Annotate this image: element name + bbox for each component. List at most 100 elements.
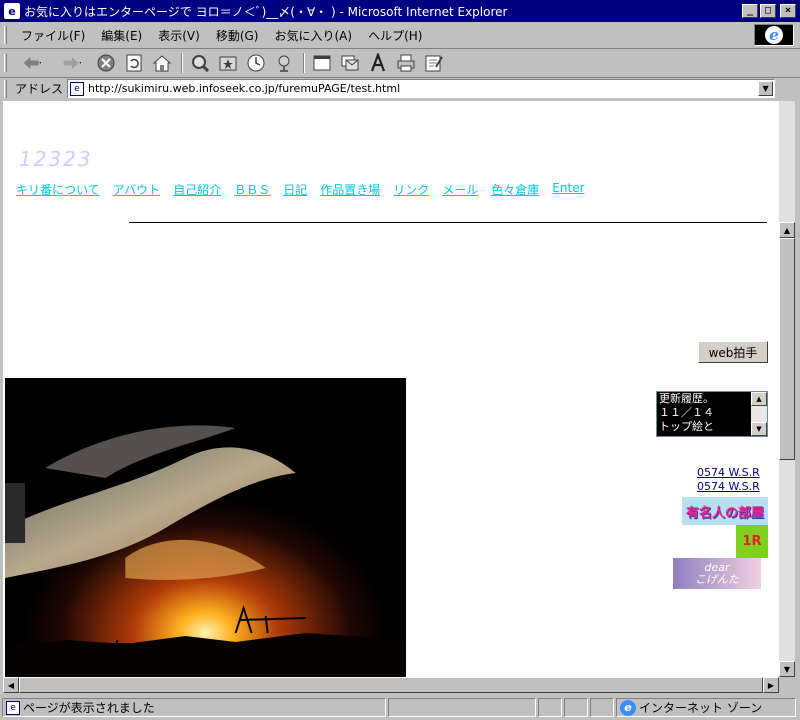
sunset-photo xyxy=(5,378,406,677)
print-icon xyxy=(397,54,415,71)
site-title: 12323 xyxy=(19,147,93,171)
address-grip[interactable] xyxy=(4,79,7,98)
arrow-left-icon: ◀ xyxy=(7,680,15,690)
one-r-banner[interactable]: 1R xyxy=(736,525,768,558)
home-button[interactable] xyxy=(149,51,175,75)
ie-throbber-icon: e xyxy=(754,24,794,46)
menu-grip[interactable] xyxy=(4,26,7,44)
history-line: トップ絵と xyxy=(659,420,714,433)
channels-button[interactable] xyxy=(271,51,297,75)
status-pane xyxy=(564,698,588,717)
address-label: アドレス xyxy=(15,82,64,96)
page-content: 12323 キリ番について アバウト 自己紹介 ＢＢＳ 日記 作品置き場 リンク… xyxy=(3,101,779,677)
scroll-up-button[interactable]: ▲ xyxy=(779,222,795,238)
menu-favorites[interactable]: お気に入り(A) xyxy=(266,25,360,46)
divider xyxy=(129,222,767,223)
scroll-down-icon[interactable]: ▼ xyxy=(751,422,767,436)
menu-bar: ファイル(F) 編集(E) 表示(V) 移動(G) お気に入り(A) ヘルプ(H… xyxy=(0,22,800,48)
home-icon xyxy=(152,54,172,71)
fullscreen-button[interactable] xyxy=(309,51,335,75)
arrow-right-icon: ▶ xyxy=(767,680,775,690)
update-history-box[interactable]: 更新履歴。 １１／１４ トップ絵と ▲ ▼ xyxy=(656,391,768,437)
ie-app-icon[interactable]: e xyxy=(4,3,20,19)
toolbar-separator xyxy=(303,52,305,73)
mail-button[interactable] xyxy=(337,51,363,75)
refresh-button[interactable] xyxy=(121,51,147,75)
address-url[interactable]: http://sukimiru.web.infoseek.co.jp/furem… xyxy=(88,82,400,95)
history-scrollbar[interactable]: ▲ ▼ xyxy=(751,392,767,436)
page-done-icon: e xyxy=(6,700,20,715)
status-pane xyxy=(590,698,614,717)
fullscreen-icon xyxy=(313,55,331,70)
menu-edit[interactable]: 編集(E) xyxy=(93,25,150,46)
stop-button[interactable] xyxy=(93,51,119,75)
scroll-up-icon[interactable]: ▲ xyxy=(751,392,767,406)
search-icon xyxy=(192,54,210,72)
channels-icon xyxy=(278,55,290,72)
nav-link-mail[interactable]: メール xyxy=(442,181,478,198)
address-input[interactable]: e http://sukimiru.web.infoseek.co.jp/fur… xyxy=(67,79,776,98)
nav-link-works[interactable]: 作品置き場 xyxy=(320,181,380,198)
toolbar-separator xyxy=(181,52,183,73)
search-button[interactable] xyxy=(187,51,213,75)
nav-link-about[interactable]: アバウト xyxy=(113,181,161,198)
status-pane xyxy=(388,698,536,717)
edit-icon xyxy=(425,55,443,71)
nav-link-kiriban[interactable]: キリ番について xyxy=(16,181,100,198)
horizontal-scrollbar[interactable]: ◀ ▶ xyxy=(3,677,779,693)
refresh-icon xyxy=(126,54,142,71)
arrow-down-icon: ▼ xyxy=(783,664,791,674)
nav-link-diary[interactable]: 日記 xyxy=(283,181,307,198)
history-line: 更新履歴。 xyxy=(659,392,714,405)
vertical-scrollbar[interactable]: ▲ ▼ xyxy=(779,101,795,677)
stop-icon xyxy=(97,54,115,71)
dear-banner-sub: こげんた xyxy=(695,572,739,586)
nav-link-links[interactable]: リンク xyxy=(393,181,429,198)
nav-link-storage[interactable]: 色々倉庫 xyxy=(491,181,539,198)
nav-link-profile[interactable]: 自己紹介 xyxy=(173,181,221,198)
page-icon: e xyxy=(70,81,85,96)
favorites-button[interactable] xyxy=(215,51,241,75)
scroll-right-button[interactable]: ▶ xyxy=(763,677,779,693)
menu-help[interactable]: ヘルプ(H) xyxy=(360,25,430,46)
famous-people-banner[interactable]: 有名人の部屋 xyxy=(682,497,768,525)
favorites-icon xyxy=(219,56,237,70)
vertical-scroll-thumb[interactable] xyxy=(779,238,795,460)
nav-link-bbs[interactable]: ＢＢＳ xyxy=(234,181,270,198)
standard-toolbar xyxy=(0,48,800,76)
nav-link-enter[interactable]: Enter xyxy=(552,181,584,198)
print-button[interactable] xyxy=(393,51,419,75)
back-button[interactable] xyxy=(13,51,51,75)
close-button[interactable]: × xyxy=(780,4,796,18)
horizontal-scroll-thumb[interactable] xyxy=(19,677,763,693)
history-line: １１／１４ xyxy=(659,406,714,419)
address-bar: アドレス e http://sukimiru.web.infoseek.co.j… xyxy=(0,77,800,99)
forward-button[interactable] xyxy=(53,51,91,75)
zone-text: インターネット ゾーン xyxy=(639,701,763,715)
edit-button[interactable] xyxy=(421,51,447,75)
chevron-down-icon: ▼ xyxy=(762,84,769,93)
internet-zone-icon: e xyxy=(620,699,636,716)
toolbar-grip[interactable] xyxy=(4,53,7,72)
forward-icon xyxy=(63,56,82,69)
scroll-down-button[interactable]: ▼ xyxy=(779,661,795,677)
counter-link[interactable]: 0574 W.S.R xyxy=(697,480,760,493)
menu-go[interactable]: 移動(G) xyxy=(208,25,267,46)
scroll-left-button[interactable]: ◀ xyxy=(3,677,19,693)
dear-banner[interactable]: dear こげんた xyxy=(673,558,761,589)
font-button[interactable] xyxy=(365,51,391,75)
web-clap-button[interactable]: web拍手 xyxy=(698,341,768,363)
arrow-up-icon: ▲ xyxy=(783,225,791,235)
maximize-button[interactable]: □ xyxy=(760,4,776,18)
zone-pane: e インターネット ゾーン xyxy=(616,698,796,717)
status-bar: e ページが表示されました e インターネット ゾーン xyxy=(0,695,800,720)
menu-view[interactable]: 表示(V) xyxy=(150,25,208,46)
counter-link[interactable]: 0574 W.S.R xyxy=(697,466,760,479)
dear-banner-title: dear xyxy=(704,560,730,574)
font-icon xyxy=(370,52,386,71)
history-button[interactable] xyxy=(243,51,269,75)
minimize-button[interactable]: _ xyxy=(742,4,758,18)
menu-file[interactable]: ファイル(F) xyxy=(13,25,93,46)
history-icon xyxy=(247,54,265,71)
address-dropdown-button[interactable]: ▼ xyxy=(758,81,774,96)
